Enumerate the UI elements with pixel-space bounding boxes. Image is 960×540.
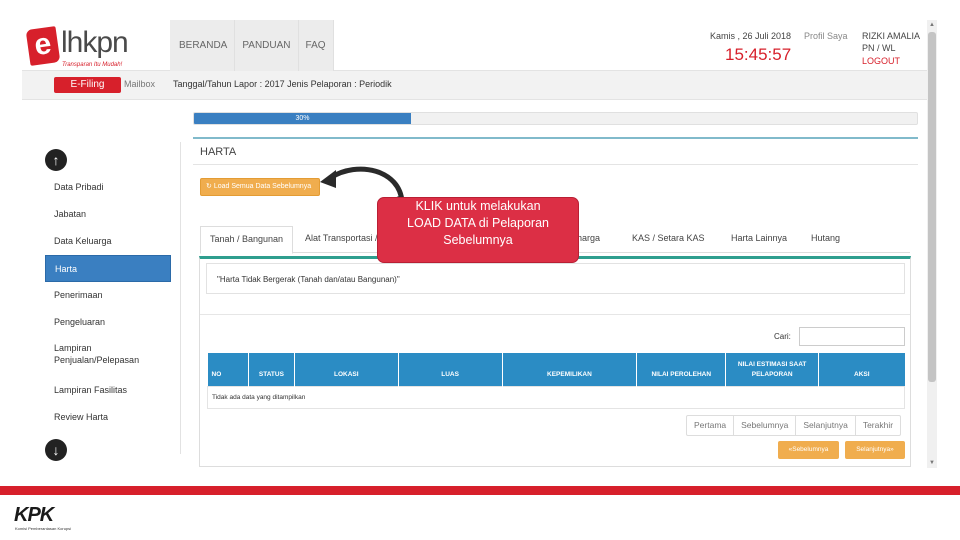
sidebar-item-lampiran-fasilitas[interactable]: Lampiran Fasilitas bbox=[45, 377, 171, 404]
progress-bar: 30% bbox=[193, 112, 918, 125]
load-previous-data-button[interactable]: ↻ Load Semua Data Sebelumnya bbox=[200, 178, 320, 196]
tab-hutang[interactable]: Hutang bbox=[802, 226, 849, 253]
user-role: PN / WL bbox=[862, 43, 896, 53]
tab-alat-transportasi[interactable]: Alat Transportasi / bbox=[296, 226, 387, 253]
report-info: Tanggal/Tahun Lapor : 2017 Jenis Pelapor… bbox=[173, 79, 392, 89]
sidebar-item-lampiran-penjualan[interactable]: Lampiran Penjualan/Pelepasan bbox=[45, 336, 171, 377]
sub-toolbar: E-Filing Mailbox Tanggal/Tahun Lapor : 2… bbox=[22, 71, 928, 100]
col-no[interactable]: NO bbox=[207, 353, 249, 386]
load-button-label: Load Semua Data Sebelumnya bbox=[213, 183, 312, 190]
col-status[interactable]: STATUS bbox=[248, 353, 295, 386]
arrow-up-icon[interactable]: ↑ bbox=[45, 149, 67, 171]
nav-faq[interactable]: FAQ bbox=[298, 20, 334, 71]
table-header-row: NO STATUS LOKASI LUAS KEPEMILIKAN NILAI … bbox=[207, 353, 905, 386]
category-description: "Harta Tidak Bergerak (Tanah dan/atau Ba… bbox=[206, 263, 905, 294]
mailbox-link[interactable]: Mailbox bbox=[124, 79, 155, 89]
col-nilai-estimasi[interactable]: NILAI ESTIMASI SAAT PELAPORAN bbox=[725, 353, 820, 386]
search-input[interactable] bbox=[799, 327, 905, 346]
scroll-down-icon[interactable]: ▼ bbox=[927, 458, 937, 468]
section-title: HARTA bbox=[200, 146, 237, 158]
kpk-logo: KPK Komisi Pemberantasan Korupsi bbox=[14, 504, 94, 534]
tab-tanah-bangunan[interactable]: Tanah / Bangunan bbox=[200, 226, 294, 254]
tab-harta-lainnya[interactable]: Harta Lainnya bbox=[722, 226, 796, 253]
previous-step-button[interactable]: «Sebelumnya bbox=[778, 441, 839, 459]
user-name: RIZKI AMALIA bbox=[862, 31, 921, 41]
col-lokasi[interactable]: LOKASI bbox=[294, 353, 399, 386]
page-first[interactable]: Pertama bbox=[687, 416, 735, 435]
refresh-icon: ↻ bbox=[206, 183, 214, 190]
logo-wordmark: lhkpn bbox=[61, 26, 129, 59]
sidebar-item-review-harta[interactable]: Review Harta bbox=[45, 404, 171, 431]
kpk-logo-text: KPK bbox=[14, 504, 54, 526]
current-time: 15:45:57 bbox=[725, 45, 792, 64]
page-last[interactable]: Terakhir bbox=[856, 416, 900, 435]
callout-line-1: KLIK untuk melakukan bbox=[415, 199, 541, 213]
scroll-up-icon[interactable]: ▲ bbox=[927, 20, 937, 30]
logo-e-mark: e bbox=[25, 26, 61, 66]
col-luas[interactable]: LUAS bbox=[398, 353, 503, 386]
double-right-icon: » bbox=[890, 446, 894, 453]
sidebar-item-harta[interactable]: Harta bbox=[45, 255, 171, 282]
search-label: Cari: bbox=[774, 332, 791, 341]
nav-panduan[interactable]: PANDUAN bbox=[235, 20, 299, 71]
page-next[interactable]: Selanjutnya bbox=[796, 416, 856, 435]
sidebar-divider bbox=[180, 142, 181, 454]
panel-divider bbox=[200, 314, 910, 315]
col-kepemilikan[interactable]: KEPEMILIKAN bbox=[502, 353, 638, 386]
table-row: Tidak ada data yang ditampilkan bbox=[207, 385, 905, 409]
col-nilai-perolehan[interactable]: NILAI PEROLEHAN bbox=[636, 353, 727, 386]
callout-line-2: LOAD DATA di Pelaporan bbox=[407, 216, 549, 230]
page-previous[interactable]: Sebelumnya bbox=[734, 416, 797, 435]
empty-table-message: Tidak ada data yang ditampilkan bbox=[207, 385, 905, 409]
sidebar-item-data-keluarga[interactable]: Data Keluarga bbox=[45, 228, 171, 255]
instruction-callout: KLIK untuk melakukan LOAD DATA di Pelapo… bbox=[377, 197, 579, 263]
sidebar-item-data-pribadi[interactable]: Data Pribadi bbox=[45, 174, 171, 201]
next-step-button[interactable]: Selanjutnya» bbox=[845, 441, 905, 459]
pagination: Pertama Sebelumnya Selanjutnya Terakhir bbox=[686, 415, 902, 436]
scrollbar-thumb[interactable] bbox=[928, 32, 936, 382]
nav-beranda[interactable]: BERANDA bbox=[170, 20, 236, 71]
callout-line-3: Sebelumnya bbox=[443, 233, 513, 247]
profile-link[interactable]: Profil Saya bbox=[804, 31, 848, 41]
logout-link[interactable]: LOGOUT bbox=[862, 56, 900, 66]
current-date: Kamis , 26 Juli 2018 bbox=[710, 31, 792, 41]
progress-fill: 30% bbox=[194, 113, 411, 124]
logo-tagline: Transparan Itu Mudah! bbox=[62, 62, 123, 68]
col-aksi[interactable]: AKSI bbox=[818, 353, 905, 386]
footer-red-bar bbox=[0, 486, 960, 495]
section-divider bbox=[193, 164, 918, 165]
tab-kas[interactable]: KAS / Setara KAS bbox=[623, 226, 714, 253]
sidebar-menu: Data Pribadi Jabatan Data Keluarga Harta… bbox=[45, 174, 171, 431]
section-top-line bbox=[193, 137, 918, 139]
sidebar-item-pengeluaran[interactable]: Pengeluaran bbox=[45, 309, 171, 336]
main-nav: BERANDA PANDUAN FAQ bbox=[170, 20, 334, 71]
sidebar-item-jabatan[interactable]: Jabatan bbox=[45, 201, 171, 228]
elhkpn-logo[interactable]: e lhkpn Transparan Itu Mudah! bbox=[25, 24, 168, 70]
kpk-logo-subtitle: Komisi Pemberantasan Korupsi bbox=[15, 526, 72, 531]
app-header: e lhkpn Transparan Itu Mudah! BERANDA PA… bbox=[22, 20, 928, 71]
efiling-button[interactable]: E-Filing bbox=[54, 77, 121, 93]
asset-table: NO STATUS LOKASI LUAS KEPEMILIKAN NILAI … bbox=[207, 353, 905, 409]
arrow-down-icon[interactable]: ↓ bbox=[45, 439, 67, 461]
next-step-label: Selanjutnya bbox=[856, 446, 891, 453]
sidebar-item-penerimaan[interactable]: Penerimaan bbox=[45, 282, 171, 309]
previous-step-label: Sebelumnya bbox=[792, 446, 829, 453]
